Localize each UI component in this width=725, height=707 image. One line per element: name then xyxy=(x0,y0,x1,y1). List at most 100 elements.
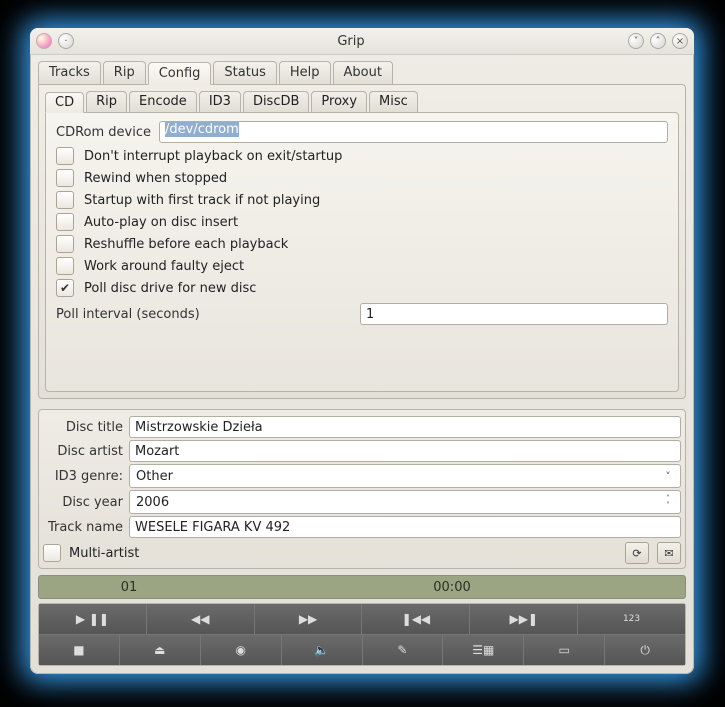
cd-config-panel: CDRom device /dev/cdrom Don't interrupt … xyxy=(45,112,679,392)
spinner-arrows-icon[interactable]: ˄˅ xyxy=(660,495,676,509)
track-name-label: Track name xyxy=(43,520,123,535)
checkbox-icon[interactable] xyxy=(56,169,74,187)
check-label: Auto-play on disc insert xyxy=(84,215,238,230)
next-track-button[interactable]: ▶▶❚ xyxy=(470,604,578,634)
check-label: Reshuffle before each playback xyxy=(84,237,288,252)
chevron-down-icon: ˅ xyxy=(660,470,676,483)
pencil-icon: ✎ xyxy=(397,643,407,657)
playlist-icon: ☰▦ xyxy=(472,643,494,657)
config-subtabbar: CD Rip Encode ID3 DiscDB Proxy Misc xyxy=(45,91,679,112)
play-pause-button[interactable]: ▶ ❚❚ xyxy=(39,604,147,634)
app-icon xyxy=(36,33,52,49)
window-toggle-button[interactable]: ▭ xyxy=(524,635,605,665)
playlist-button[interactable]: ☰▦ xyxy=(443,635,524,665)
id3-genre-combo[interactable]: Other ˅ xyxy=(129,464,681,488)
tab-about[interactable]: About xyxy=(333,61,393,84)
volume-button[interactable]: 🔈 xyxy=(282,635,363,665)
tab-status[interactable]: Status xyxy=(213,61,276,84)
stop-button[interactable]: ■ xyxy=(39,635,120,665)
subtab-cd[interactable]: CD xyxy=(45,92,84,113)
id3-genre-label: ID3 genre: xyxy=(43,469,123,484)
check-label: Work around faulty eject xyxy=(84,259,244,274)
fast-forward-button[interactable]: ▶▶ xyxy=(255,604,363,634)
poll-interval-label: Poll interval (seconds) xyxy=(56,307,352,322)
status-time: 00:00 xyxy=(219,580,685,595)
play-pause-icon: ▶ ❚❚ xyxy=(76,612,109,626)
eject-icon: ⏏ xyxy=(154,643,165,657)
rotate-button[interactable]: ⟳ xyxy=(625,542,649,564)
power-icon: ⏻ xyxy=(640,643,650,658)
config-panel: CD Rip Encode ID3 DiscDB Proxy Misc CDRo… xyxy=(38,84,686,399)
fast-forward-icon: ▶▶ xyxy=(299,612,317,626)
edit-button[interactable]: ✎ xyxy=(363,635,444,665)
checkbox-icon[interactable] xyxy=(56,213,74,231)
disc-title-label: Disc title xyxy=(43,420,123,435)
rewind-icon: ◀◀ xyxy=(191,612,209,626)
close-button[interactable]: × xyxy=(672,33,688,49)
check-reshuffle[interactable]: Reshuffle before each playback xyxy=(56,235,668,253)
mail-button[interactable]: ✉ xyxy=(657,542,681,564)
tab-rip[interactable]: Rip xyxy=(103,61,146,84)
check-autoplay[interactable]: Auto-play on disc insert xyxy=(56,213,668,231)
display-toggle-button[interactable]: 123 xyxy=(578,604,685,634)
status-track-number: 01 xyxy=(39,580,219,595)
cdrom-device-input[interactable]: /dev/cdrom xyxy=(159,121,668,143)
record-icon: ◉ xyxy=(235,643,245,657)
disc-info-panel: Disc title Disc artist ID3 genre: Other … xyxy=(38,409,686,569)
disc-year-label: Disc year xyxy=(43,495,123,510)
maximize-button[interactable]: ˄ xyxy=(650,33,666,49)
check-label: Don't interrupt playback on exit/startup xyxy=(84,149,342,164)
subtab-rip[interactable]: Rip xyxy=(86,91,127,112)
mail-icon: ✉ xyxy=(664,547,673,560)
disc-year-spinner[interactable]: 2006 ˄˅ xyxy=(129,490,681,514)
rotate-icon: ⟳ xyxy=(632,547,641,560)
check-poll-drive[interactable]: ✔ Poll disc drive for new disc xyxy=(56,279,668,297)
volume-icon: 🔈 xyxy=(314,643,329,657)
checkbox-icon[interactable] xyxy=(56,257,74,275)
check-faulty-eject[interactable]: Work around faulty eject xyxy=(56,257,668,275)
track-name-input[interactable] xyxy=(129,516,681,538)
rewind-button[interactable]: ◀◀ xyxy=(147,604,255,634)
subtab-discdb[interactable]: DiscDB xyxy=(243,91,309,112)
subtab-encode[interactable]: Encode xyxy=(129,91,197,112)
multi-artist-label: Multi-artist xyxy=(69,546,139,561)
checkbox-icon[interactable] xyxy=(56,147,74,165)
disc-title-input[interactable] xyxy=(129,416,681,438)
checkbox-icon[interactable] xyxy=(56,235,74,253)
subtab-proxy[interactable]: Proxy xyxy=(311,91,367,112)
disc-artist-label: Disc artist xyxy=(43,444,123,459)
power-button[interactable]: ⏻ xyxy=(605,635,685,665)
record-button[interactable]: ◉ xyxy=(201,635,282,665)
prev-track-icon: ❚◀◀ xyxy=(402,612,431,626)
main-tabbar: Tracks Rip Config Status Help About xyxy=(38,61,686,84)
prev-track-button[interactable]: ❚◀◀ xyxy=(362,604,470,634)
window-title: Grip xyxy=(74,34,628,49)
tab-help[interactable]: Help xyxy=(279,61,331,84)
checkbox-icon[interactable]: ✔ xyxy=(56,279,74,297)
check-startup-first[interactable]: Startup with first track if not playing xyxy=(56,191,668,209)
tab-config[interactable]: Config xyxy=(148,62,212,85)
stop-icon: ■ xyxy=(73,643,84,657)
checkbox-icon[interactable] xyxy=(56,191,74,209)
check-label: Poll disc drive for new disc xyxy=(84,281,256,296)
digits-icon: 123 xyxy=(623,614,640,624)
cdrom-device-label: CDRom device xyxy=(56,125,151,140)
tab-tracks[interactable]: Tracks xyxy=(38,61,101,84)
check-label: Rewind when stopped xyxy=(84,171,227,186)
playback-status-bar: 01 00:00 xyxy=(38,575,686,599)
multi-artist-checkbox[interactable] xyxy=(43,544,61,562)
check-no-interrupt[interactable]: Don't interrupt playback on exit/startup xyxy=(56,147,668,165)
check-rewind[interactable]: Rewind when stopped xyxy=(56,169,668,187)
eject-button[interactable]: ⏏ xyxy=(120,635,201,665)
minimize-button[interactable]: ˅ xyxy=(628,33,644,49)
app-window: · Grip ˅ ˄ × Tracks Rip Config Status He… xyxy=(30,28,694,674)
player-controls: ▶ ❚❚ ◀◀ ▶▶ ❚◀◀ ▶▶❚ 123 ■ ⏏ ◉ 🔈 ✎ ☰▦ ▭ ⏻ xyxy=(38,603,686,666)
next-track-icon: ▶▶❚ xyxy=(509,612,538,626)
window-menu-button[interactable]: · xyxy=(58,33,74,49)
subtab-id3[interactable]: ID3 xyxy=(199,91,241,112)
poll-interval-input[interactable] xyxy=(360,303,668,325)
subtab-misc[interactable]: Misc xyxy=(369,91,418,112)
check-label: Startup with first track if not playing xyxy=(84,193,320,208)
disc-artist-input[interactable] xyxy=(129,440,681,462)
window-icon: ▭ xyxy=(559,643,570,657)
